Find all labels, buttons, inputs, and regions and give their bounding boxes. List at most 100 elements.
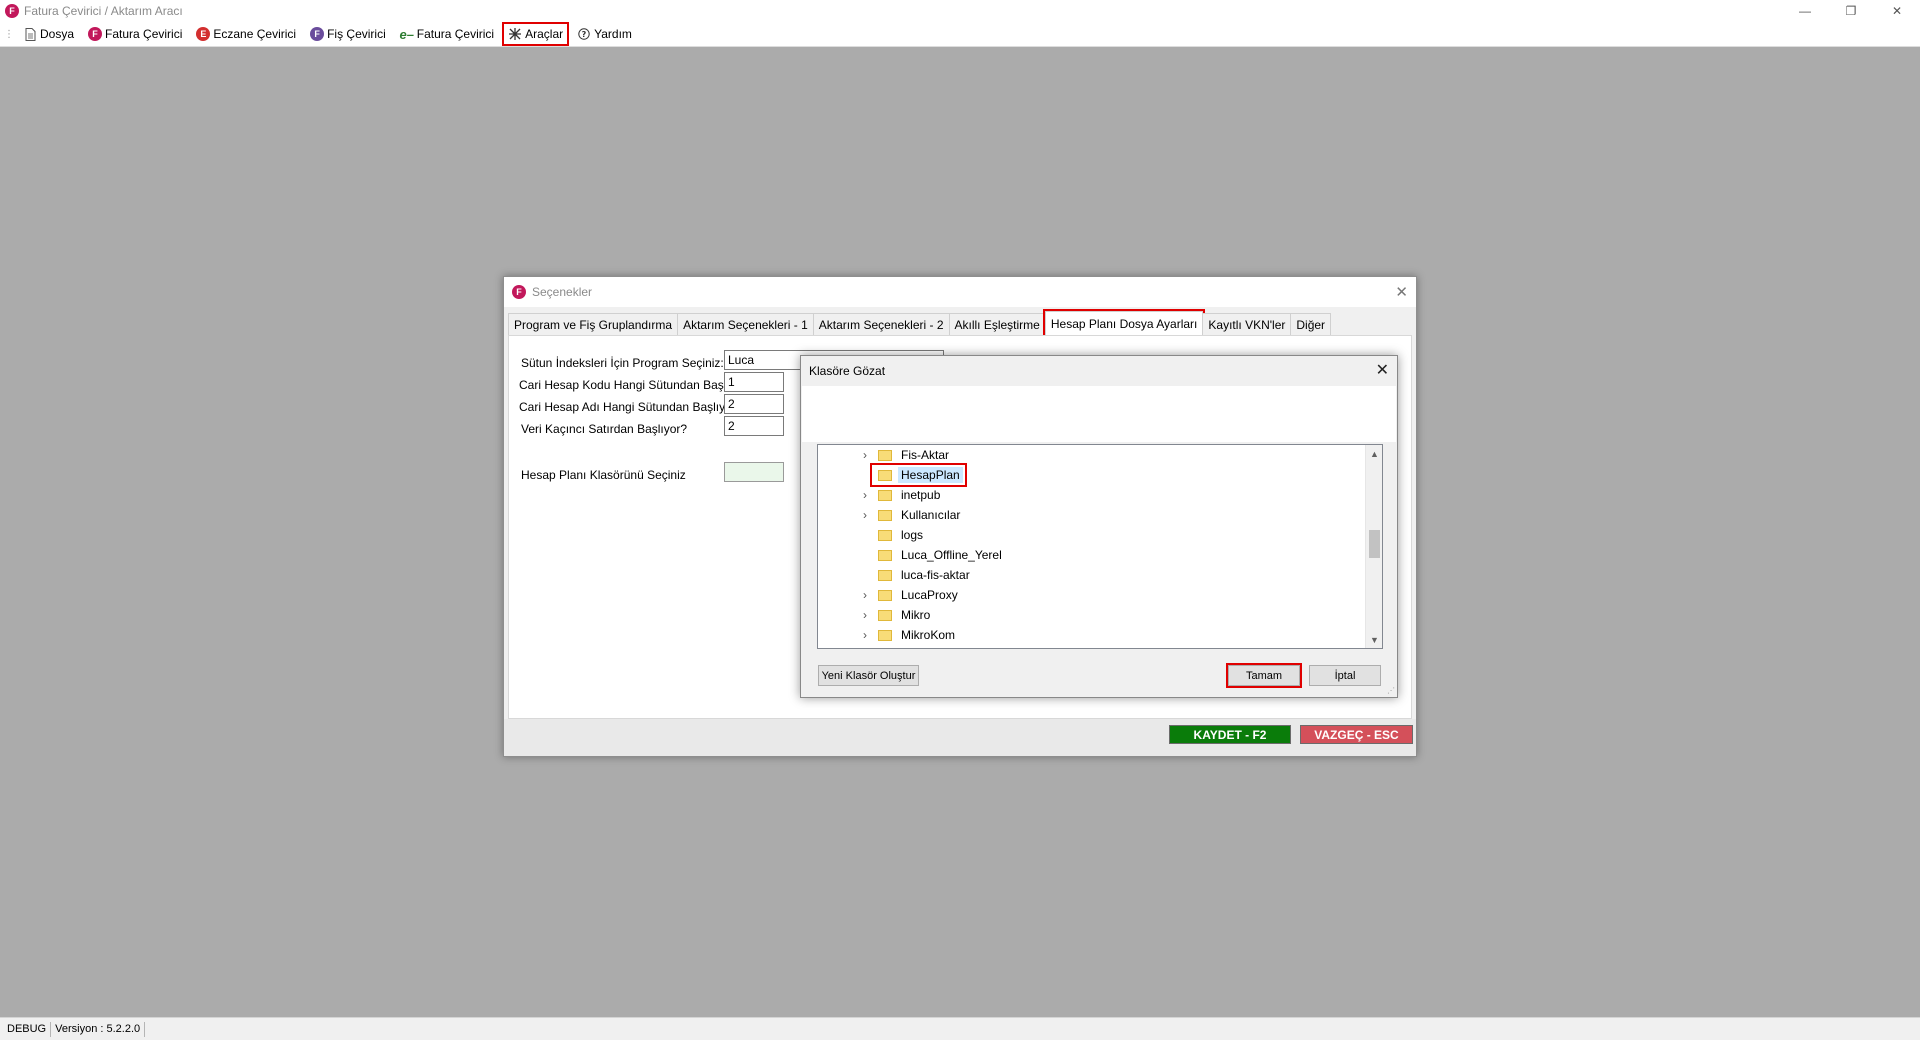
browse-dialog-titlebar: Klasöre Gözat ✕ — [801, 356, 1397, 386]
fatura-icon: F — [88, 27, 103, 41]
folder-icon — [878, 569, 892, 581]
options-dialog-titlebar: F Seçenekler ✕ — [504, 277, 1416, 307]
menu-fatura-label: Fatura Çevirici — [105, 27, 183, 41]
options-bottom-bar: KAYDET - F2 VAZGEÇ - ESC — [504, 719, 1416, 756]
window-controls: — ❐ ✕ — [1782, 0, 1920, 22]
veri-satir-label: Veri Kaçıncı Satırdan Başlıyor? — [521, 422, 688, 436]
fis-icon: F — [310, 27, 325, 41]
tab-hesap-plani-dosya-ayarlari[interactable]: Hesap Planı Dosya Ayarları — [1042, 309, 1206, 337]
tab-akilli-eslestirme[interactable]: Akıllı Eşleştirme — [948, 313, 1046, 335]
browse-folder-dialog: Klasöre Gözat ✕ › Fis-Aktar HesapPlan › … — [800, 355, 1398, 698]
program-select-label: Sütun İndeksleri İçin Program Seçiniz: — [521, 356, 724, 370]
save-button[interactable]: KAYDET - F2 — [1169, 725, 1291, 744]
tree-item-label: Kullanıcılar — [901, 508, 961, 522]
close-window-button[interactable]: ✕ — [1874, 0, 1920, 22]
svg-text:?: ? — [582, 30, 587, 39]
eczane-icon: E — [196, 27, 211, 41]
chevron-right-icon[interactable]: › — [858, 508, 872, 522]
browse-cancel-button[interactable]: İptal — [1309, 665, 1381, 686]
resize-grip-icon[interactable]: ⋰ — [1387, 686, 1395, 695]
browse-dialog-title: Klasöre Gözat — [809, 364, 886, 378]
tree-item[interactable]: › Fis-Aktar — [858, 445, 952, 465]
folder-icon — [878, 589, 892, 601]
chevron-right-icon[interactable]: › — [858, 448, 872, 462]
status-version: Versiyon : 5.2.2.0 — [51, 1021, 146, 1037]
chevron-right-icon[interactable]: › — [858, 588, 872, 602]
tree-item[interactable]: › inetpub — [858, 485, 943, 505]
menu-efatura-label: Fatura Çevirici — [416, 27, 495, 41]
tree-item[interactable]: › LucaProxy — [858, 585, 961, 605]
folder-icon — [878, 629, 892, 641]
cari-kod-input[interactable]: 1 — [724, 372, 784, 392]
restore-button[interactable]: ❐ — [1828, 0, 1874, 22]
tree-item[interactable]: logs — [872, 525, 926, 545]
tree-item-label: LucaProxy — [901, 588, 958, 602]
tree-item-label: Mikro — [901, 608, 931, 622]
folder-icon — [878, 509, 892, 521]
folder-icon — [878, 449, 892, 461]
menu-eczane-cevirici[interactable]: E Eczane Çevirici — [192, 24, 300, 44]
options-tabs: Program ve Fiş Gruplandırma Aktarım Seçe… — [508, 309, 1332, 337]
new-folder-button[interactable]: Yeni Klasör Oluştur — [818, 665, 919, 686]
app-logo-icon: F — [5, 4, 19, 18]
menu-araclar-label: Araçlar — [525, 27, 564, 41]
hesap-plani-klasor-input[interactable] — [724, 462, 784, 482]
minimize-button[interactable]: — — [1782, 0, 1828, 22]
folder-tree: › Fis-Aktar HesapPlan › inetpub › Kullan… — [817, 444, 1383, 649]
veri-satir-input[interactable]: 2 — [724, 416, 784, 436]
help-icon: ? — [577, 27, 591, 41]
tree-item-label: Fis-Aktar — [901, 448, 949, 462]
folder-icon — [878, 529, 892, 541]
ok-button[interactable]: Tamam — [1226, 663, 1302, 688]
tab-aktarim-1[interactable]: Aktarım Seçenekleri - 1 — [677, 313, 814, 335]
tree-item[interactable]: Luca_Offline_Yerel — [872, 545, 1005, 565]
menu-fatura-cevirici[interactable]: F Fatura Çevirici — [84, 24, 186, 44]
cari-kod-label: Cari Hesap Kodu Hangi Sütundan Başlıyor? — [519, 378, 754, 392]
menu-yardim[interactable]: ? Yardım — [573, 24, 636, 44]
menu-eczane-label: Eczane Çevirici — [213, 27, 297, 41]
tree-item-selected[interactable]: HesapPlan — [870, 463, 967, 487]
chevron-right-icon[interactable]: › — [858, 488, 872, 502]
cari-ad-label: Cari Hesap Adı Hangi Sütundan Başlıyor? — [519, 400, 743, 414]
scroll-down-icon[interactable]: ▼ — [1366, 631, 1382, 648]
tree-scrollbar[interactable]: ▲ ▼ — [1365, 445, 1382, 648]
cari-ad-input[interactable]: 2 — [724, 394, 784, 414]
tree-item-label: inetpub — [901, 488, 941, 502]
chevron-right-icon[interactable]: › — [858, 608, 872, 622]
tree-item[interactable]: › Mikro — [858, 605, 933, 625]
efatura-icon: e– — [399, 26, 414, 42]
tree-item[interactable]: › Kullanıcılar — [858, 505, 963, 525]
tab-aktarim-2[interactable]: Aktarım Seçenekleri - 2 — [812, 313, 950, 335]
menu-dosya-label: Dosya — [40, 27, 75, 41]
tab-diger[interactable]: Diğer — [1290, 313, 1332, 335]
status-bar: DEBUG Versiyon : 5.2.2.0 — [0, 1017, 1920, 1040]
tab-program-grouping[interactable]: Program ve Fiş Gruplandırma — [508, 313, 679, 335]
folder-icon — [878, 489, 892, 501]
tree-item[interactable]: › MikroKom — [858, 625, 958, 645]
window-title: Fatura Çevirici / Aktarım Aracı — [24, 4, 183, 18]
menu-bar: ⋮ Dosya F Fatura Çevirici E Eczane Çevir… — [0, 22, 1920, 47]
menu-efatura-cevirici[interactable]: e– Fatura Çevirici — [396, 24, 498, 44]
title-bar: F Fatura Çevirici / Aktarım Aracı — ❐ ✕ — [0, 0, 1920, 22]
status-mode: DEBUG — [3, 1021, 52, 1037]
close-icon[interactable]: ✕ — [1376, 360, 1389, 380]
scrollbar-thumb[interactable] — [1369, 530, 1380, 558]
menu-araclar[interactable]: Araçlar — [502, 22, 570, 46]
tree-item[interactable]: luca-fis-aktar — [872, 565, 973, 585]
close-icon[interactable]: ✕ — [1395, 283, 1408, 301]
tab-kayitli-vknler[interactable]: Kayıtlı VKN'ler — [1202, 313, 1292, 335]
tree-item-label: logs — [901, 528, 924, 542]
menu-fis-cevirici[interactable]: F Fiş Çevirici — [306, 24, 390, 44]
tree-item-label: MikroKom — [901, 628, 956, 642]
chevron-right-icon[interactable]: › — [858, 628, 872, 642]
toolbar-grip-icon[interactable]: ⋮ — [4, 29, 14, 40]
cancel-button[interactable]: VAZGEÇ - ESC — [1300, 725, 1413, 744]
tree-item-label: HesapPlan — [898, 467, 963, 483]
folder-icon — [878, 469, 892, 481]
menu-fis-label: Fiş Çevirici — [327, 27, 386, 41]
folder-icon — [878, 549, 892, 561]
menu-dosya[interactable]: Dosya — [19, 24, 78, 44]
menu-yardim-label: Yardım — [594, 27, 632, 41]
scroll-up-icon[interactable]: ▲ — [1366, 445, 1382, 462]
tree-item-label: Luca_Offline_Yerel — [901, 548, 1002, 562]
